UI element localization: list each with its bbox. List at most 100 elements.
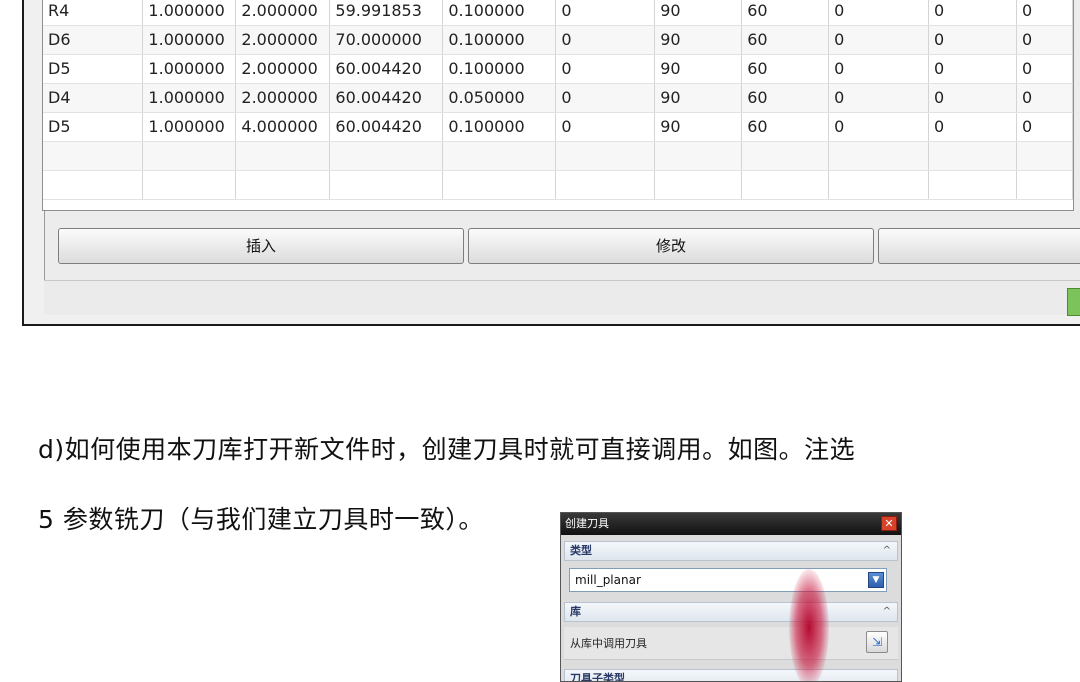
table-row-empty[interactable] bbox=[43, 170, 1073, 200]
table-cell: 1.000000 bbox=[142, 112, 237, 142]
table-cell: 0.100000 bbox=[442, 0, 557, 26]
paragraph-line-1: d)如何使用本刀库打开新文件时，创建刀具时就可直接调用。如图。注选 bbox=[38, 435, 856, 464]
table-cell: D4 bbox=[43, 83, 144, 113]
table-cell: 59.991853 bbox=[329, 0, 444, 26]
tool-table: R4 1.000000 2.000000 59.991853 0.100000 0 90 60… bbox=[42, 0, 1074, 211]
table-cell bbox=[1016, 170, 1073, 200]
library-row: 从库中调用刀具 ⇲ bbox=[564, 627, 898, 660]
table-cell bbox=[329, 170, 444, 200]
table-cell: 1.000000 bbox=[142, 83, 237, 113]
type-select-value: mill_planar bbox=[575, 573, 641, 587]
table-cell: 1.000000 bbox=[142, 54, 237, 84]
table-cell: 0 bbox=[555, 0, 656, 26]
table-cell: R4 bbox=[43, 0, 144, 26]
table-cell: 0 bbox=[1016, 0, 1073, 26]
table-cell: 2.000000 bbox=[235, 83, 331, 113]
collapse-icon[interactable]: ^ bbox=[883, 603, 891, 621]
insert-button[interactable]: 插入 bbox=[58, 228, 464, 264]
table-cell bbox=[828, 170, 930, 200]
table-cell: 0.100000 bbox=[442, 54, 557, 84]
modify-button[interactable]: 修改 bbox=[468, 228, 874, 264]
table-cell bbox=[555, 141, 656, 171]
table-cell bbox=[329, 141, 444, 171]
retrieve-from-library-label: 从库中调用刀具 bbox=[570, 637, 647, 650]
table-cell: 0 bbox=[828, 54, 930, 84]
table-cell: 60.004420 bbox=[329, 112, 444, 142]
table-cell: 0 bbox=[928, 54, 1017, 84]
table-cell: 70.000000 bbox=[329, 25, 444, 55]
table-cell: 0 bbox=[828, 83, 930, 113]
table-row[interactable]: D5 1.000000 4.000000 60.004420 0.100000 0 90 60… bbox=[43, 112, 1073, 142]
table-cell: 90 bbox=[654, 54, 743, 84]
library-browse-icon[interactable]: ⇲ bbox=[866, 631, 888, 653]
table-row-empty[interactable] bbox=[43, 141, 1073, 171]
tool-library-screenshot: R4 1.000000 2.000000 59.991853 0.100000 0 90 60… bbox=[22, 0, 1080, 326]
collapse-icon[interactable]: ^ bbox=[883, 542, 891, 560]
table-cell bbox=[1016, 141, 1073, 171]
table-cell bbox=[654, 170, 743, 200]
table-cell: D6 bbox=[43, 25, 144, 55]
table-row[interactable]: D4 1.000000 2.000000 60.004420 0.050000 0 90 60… bbox=[43, 83, 1073, 113]
table-cell bbox=[235, 141, 331, 171]
table-cell bbox=[235, 170, 331, 200]
table-cell: 1.000000 bbox=[142, 25, 237, 55]
table-cell: 0 bbox=[1016, 83, 1073, 113]
table-cell: 0 bbox=[828, 25, 930, 55]
table-cell bbox=[142, 141, 237, 171]
type-section-header[interactable]: 类型 ^ bbox=[564, 541, 898, 561]
table-cell bbox=[928, 170, 1017, 200]
table-cell: 60 bbox=[741, 0, 830, 26]
table-row[interactable]: R4 1.000000 2.000000 59.991853 0.100000 0 90 60… bbox=[43, 0, 1073, 26]
table-cell bbox=[43, 170, 144, 200]
table-cell: 0 bbox=[555, 54, 656, 84]
table-cell: 0 bbox=[828, 0, 930, 26]
table-cell: 0 bbox=[1016, 112, 1073, 142]
table-cell: 60 bbox=[741, 25, 830, 55]
tool-grid: R4 1.000000 2.000000 59.991853 0.100000 0 90 60… bbox=[43, 0, 1073, 200]
table-cell: 0 bbox=[555, 25, 656, 55]
table-cell: 0 bbox=[928, 83, 1017, 113]
table-cell: 0.100000 bbox=[442, 25, 557, 55]
create-tool-dialog: 创建刀具 ✕ 类型 ^ mill_planar ▼ 库 ^ 从库中调用刀具 ⇲ … bbox=[560, 512, 902, 682]
type-section-label: 类型 bbox=[570, 544, 592, 557]
table-cell: 0 bbox=[928, 25, 1017, 55]
table-cell bbox=[741, 141, 830, 171]
red-highlight-mark bbox=[789, 569, 829, 681]
table-cell: 0 bbox=[1016, 54, 1073, 84]
table-cell: 0 bbox=[828, 112, 930, 142]
table-cell bbox=[828, 141, 930, 171]
table-cell: 90 bbox=[654, 83, 743, 113]
table-cell: 0 bbox=[928, 0, 1017, 26]
library-section-header[interactable]: 库 ^ bbox=[564, 602, 898, 622]
table-cell bbox=[442, 170, 557, 200]
table-cell: 0 bbox=[555, 112, 656, 142]
table-cell: 0 bbox=[1016, 25, 1073, 55]
table-cell: 0 bbox=[928, 112, 1017, 142]
table-cell: 90 bbox=[654, 0, 743, 26]
table-cell: 60 bbox=[741, 83, 830, 113]
dialog-title: 创建刀具 bbox=[561, 513, 901, 535]
tool-subtype-label: 刀具子类型 bbox=[570, 672, 625, 682]
delete-button[interactable] bbox=[878, 228, 1080, 264]
table-cell bbox=[442, 141, 557, 171]
table-cell: 2.000000 bbox=[235, 25, 331, 55]
table-cell bbox=[142, 170, 237, 200]
table-row[interactable]: D5 1.000000 2.000000 60.004420 0.100000 0 90 60… bbox=[43, 54, 1073, 84]
dropdown-arrow-icon[interactable]: ▼ bbox=[868, 572, 884, 588]
close-icon[interactable]: ✕ bbox=[881, 516, 897, 531]
tool-subtype-section-header[interactable]: 刀具子类型 bbox=[564, 669, 898, 682]
table-cell: 60 bbox=[741, 54, 830, 84]
table-cell: 60.004420 bbox=[329, 54, 444, 84]
table-cell bbox=[741, 170, 830, 200]
ok-button-edge[interactable] bbox=[1067, 288, 1080, 316]
table-cell: 90 bbox=[654, 25, 743, 55]
table-cell: 1.000000 bbox=[142, 0, 237, 26]
table-row[interactable]: D6 1.000000 2.000000 70.000000 0.100000 0 90 60… bbox=[43, 25, 1073, 55]
table-cell: 0.050000 bbox=[442, 83, 557, 113]
type-select[interactable]: mill_planar ▼ bbox=[569, 568, 887, 592]
table-cell bbox=[928, 141, 1017, 171]
table-cell: 0 bbox=[555, 83, 656, 113]
table-cell: D5 bbox=[43, 54, 144, 84]
table-cell bbox=[654, 141, 743, 171]
table-cell: 60.004420 bbox=[329, 83, 444, 113]
